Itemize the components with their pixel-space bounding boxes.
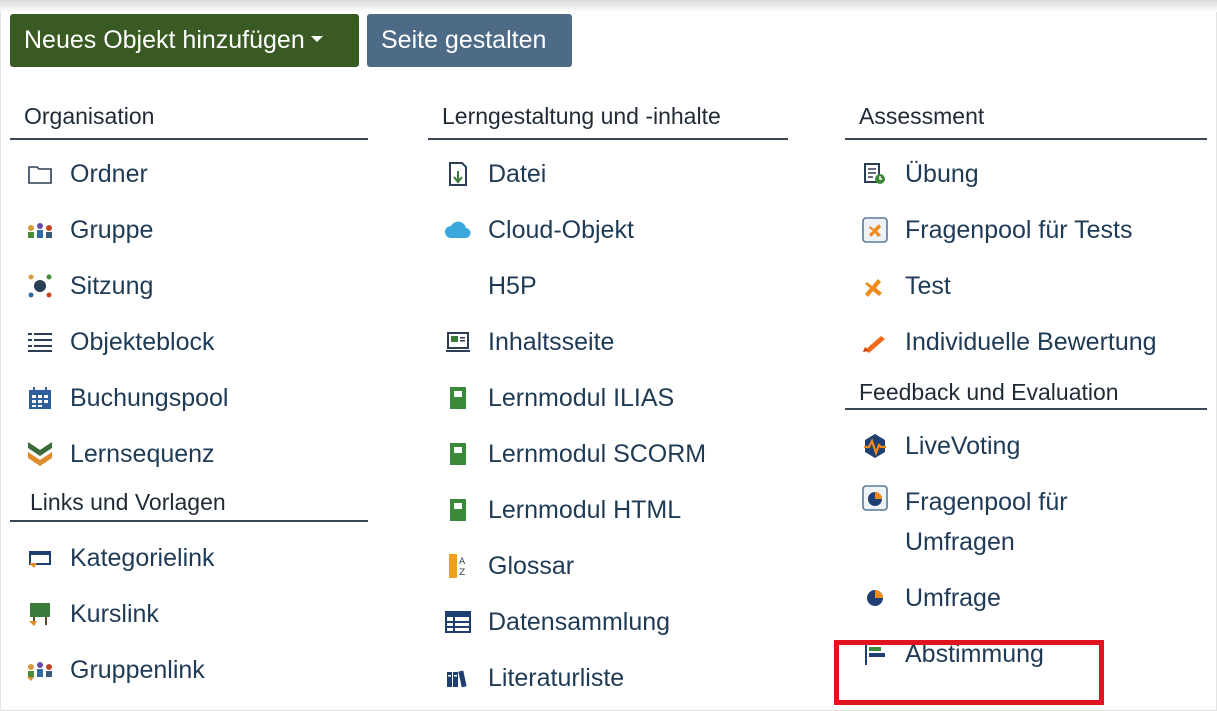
column-assessment: Assessment Übung Fragenpool für Tests Te… xyxy=(845,96,1207,682)
menu-item-lernsequenz[interactable]: Lernsequenz xyxy=(10,426,368,482)
poll-icon xyxy=(859,638,891,670)
menu-item-h5p[interactable]: H5P xyxy=(428,258,788,314)
category-link-icon xyxy=(24,542,56,574)
live-voting-icon xyxy=(859,430,891,462)
table-icon xyxy=(442,606,474,638)
column-organisation: Organisation Ordner Gruppe Sitzung Objek… xyxy=(10,96,368,698)
test-icon xyxy=(859,270,891,302)
menu-item-objekteblock[interactable]: Objekteblock xyxy=(10,314,368,370)
menu-item-gruppe[interactable]: Gruppe xyxy=(10,202,368,258)
menu-item-datensammlung[interactable]: Datensammlung xyxy=(428,594,788,650)
file-icon xyxy=(442,158,474,190)
question-pool-icon xyxy=(859,214,891,246)
menu-item-lernmodul-scorm[interactable]: Lernmodul SCORM xyxy=(428,426,788,482)
menu-item-datei[interactable]: Datei xyxy=(428,146,788,202)
svg-text:Z: Z xyxy=(459,568,465,578)
menu-item-buchungspool[interactable]: Buchungspool xyxy=(10,370,368,426)
menu-item-umfrage[interactable]: Umfrage xyxy=(845,570,1207,626)
menu-item-fragenpool-tests[interactable]: Fragenpool für Tests xyxy=(845,202,1207,258)
menu-item-individuelle-bewertung[interactable]: Individuelle Bewertung xyxy=(845,314,1207,370)
menu-item-sitzung[interactable]: Sitzung xyxy=(10,258,368,314)
group-link-icon xyxy=(24,654,56,686)
caret-down-icon xyxy=(310,36,323,43)
glossary-icon: AZ xyxy=(442,550,474,582)
section-header-links: Links und Vorlagen xyxy=(10,482,368,522)
cloud-icon xyxy=(442,214,474,246)
pen-icon xyxy=(859,326,891,358)
folder-icon xyxy=(24,158,56,190)
menu-item-abstimmung[interactable]: Abstimmung xyxy=(845,626,1207,682)
svg-text:A: A xyxy=(459,557,466,567)
menu-item-kurslink[interactable]: Kurslink xyxy=(10,586,368,642)
menu-item-cloud-objekt[interactable]: Cloud-Objekt xyxy=(428,202,788,258)
menu-item-literaturliste[interactable]: Literaturliste xyxy=(428,650,788,706)
add-object-label: Neues Objekt hinzufügen xyxy=(24,26,305,54)
module-icon xyxy=(442,382,474,414)
exercise-icon xyxy=(859,158,891,190)
menu-item-glossar[interactable]: AZ Glossar xyxy=(428,538,788,594)
menu-item-fragenpool-umfragen[interactable]: Fragenpool für Umfragen xyxy=(845,474,1207,570)
session-icon xyxy=(24,270,56,302)
learning-sequence-icon xyxy=(24,438,56,470)
survey-pool-icon xyxy=(859,482,891,514)
content-page-icon xyxy=(442,326,474,358)
h5p-icon xyxy=(442,270,474,302)
section-header-organisation: Organisation xyxy=(10,96,368,140)
menu-item-livevoting[interactable]: LiveVoting xyxy=(845,418,1207,474)
list-icon xyxy=(24,326,56,358)
section-header-assessment: Assessment xyxy=(845,96,1207,140)
menu-item-lernmodul-ilias[interactable]: Lernmodul ILIAS xyxy=(428,370,788,426)
survey-icon xyxy=(859,582,891,614)
module-icon xyxy=(442,438,474,470)
group-icon xyxy=(24,214,56,246)
section-header-feedback: Feedback und Evaluation xyxy=(845,370,1207,410)
top-shadow xyxy=(0,0,1217,12)
menu-item-inhaltsseite[interactable]: Inhaltsseite xyxy=(428,314,788,370)
design-page-button[interactable]: Seite gestalten xyxy=(367,14,572,67)
menu-item-gruppenlink[interactable]: Gruppenlink xyxy=(10,642,368,698)
section-header-learning: Lerngestaltung und -inhalte xyxy=(428,96,788,140)
menu-item-lernmodul-html[interactable]: Lernmodul HTML xyxy=(428,482,788,538)
books-icon xyxy=(442,662,474,694)
menu-item-kategorielink[interactable]: Kategorielink xyxy=(10,530,368,586)
calendar-icon xyxy=(24,382,56,414)
menu-item-test[interactable]: Test xyxy=(845,258,1207,314)
menu-item-ordner[interactable]: Ordner xyxy=(10,146,368,202)
column-learning: Lerngestaltung und -inhalte Datei Cloud-… xyxy=(428,96,788,706)
course-link-icon xyxy=(24,598,56,630)
add-object-button[interactable]: Neues Objekt hinzufügen xyxy=(10,14,359,67)
menu-item-uebung[interactable]: Übung xyxy=(845,146,1207,202)
module-icon xyxy=(442,494,474,526)
